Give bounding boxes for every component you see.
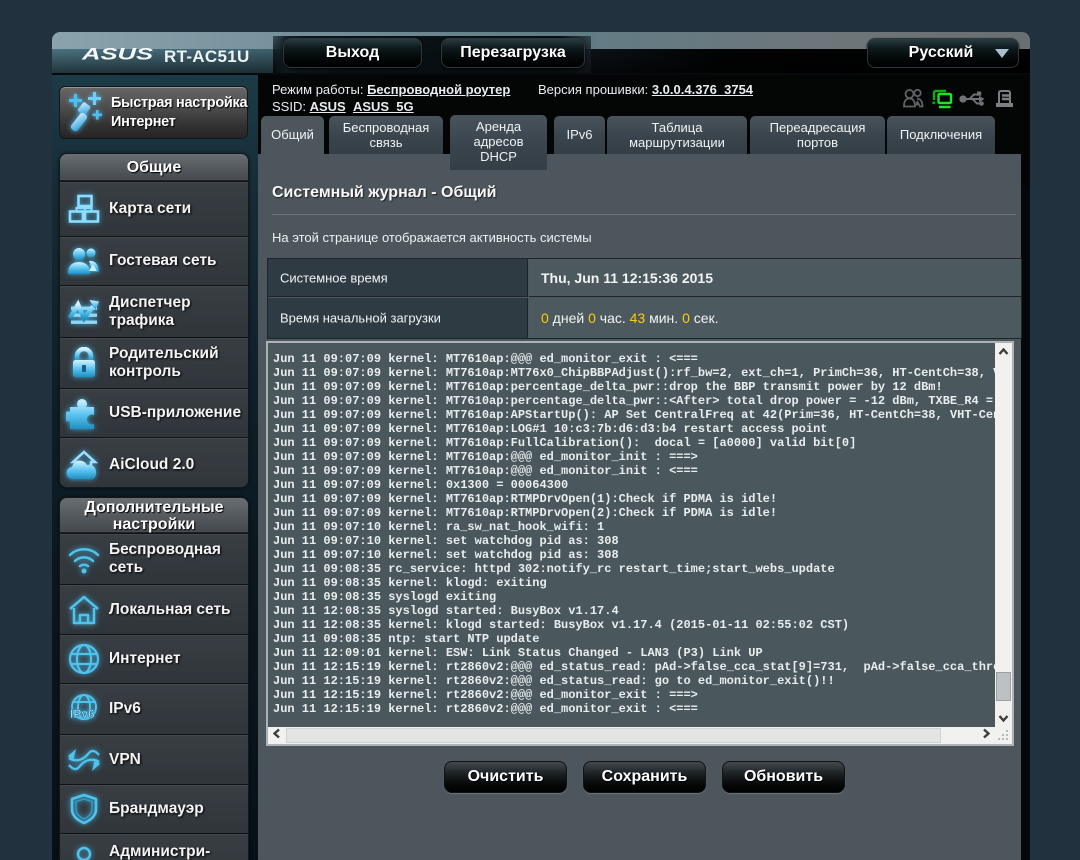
svg-text:IPv6: IPv6 — [70, 707, 95, 721]
svg-text:ASUS: ASUS — [80, 45, 153, 63]
